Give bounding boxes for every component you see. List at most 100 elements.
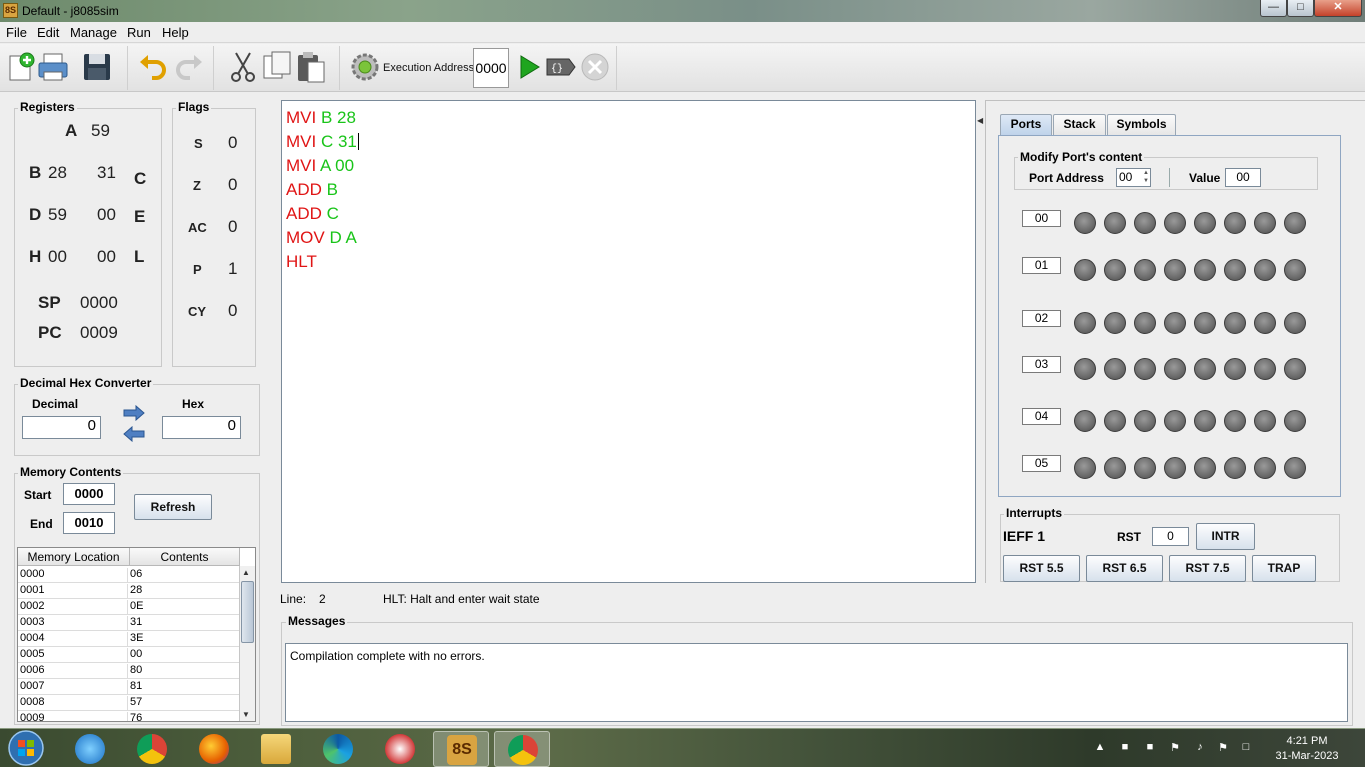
taskbar-j8085sim[interactable]: 8S: [433, 731, 489, 767]
taskbar-explorer[interactable]: [248, 731, 304, 767]
port-bit-led[interactable]: [1134, 259, 1156, 281]
port-bit-led[interactable]: [1284, 358, 1306, 380]
port-bit-led[interactable]: [1224, 410, 1246, 432]
tray-flag-icon[interactable]: ⚑: [1168, 741, 1182, 755]
port-bit-led[interactable]: [1224, 457, 1246, 479]
port-bit-led[interactable]: [1104, 410, 1126, 432]
code-line[interactable]: MVI A 00: [286, 156, 354, 176]
port-bit-led[interactable]: [1284, 457, 1306, 479]
port-bit-led[interactable]: [1134, 410, 1156, 432]
scroll-down-icon[interactable]: ▼: [242, 710, 250, 719]
memory-contents-header[interactable]: Contents: [130, 548, 240, 566]
table-row[interactable]: 0002 0E: [18, 599, 240, 615]
port-bit-led[interactable]: [1134, 457, 1156, 479]
port-bit-led[interactable]: [1074, 410, 1096, 432]
undo-icon[interactable]: [136, 50, 170, 84]
step-icon[interactable]: {}: [544, 50, 578, 84]
port-bit-led[interactable]: [1284, 312, 1306, 334]
refresh-button[interactable]: Refresh: [134, 494, 212, 520]
port-bit-led[interactable]: [1284, 410, 1306, 432]
port-bit-led[interactable]: [1254, 358, 1276, 380]
port-bit-led[interactable]: [1194, 457, 1216, 479]
paste-icon[interactable]: [294, 50, 328, 84]
port-bit-led[interactable]: [1224, 259, 1246, 281]
tab-symbols[interactable]: Symbols: [1107, 114, 1176, 135]
table-row[interactable]: 0000 06: [18, 567, 240, 583]
port-bit-led[interactable]: [1074, 312, 1096, 334]
table-row[interactable]: 0005 00: [18, 647, 240, 663]
port-bit-led[interactable]: [1194, 410, 1216, 432]
port-bit-led[interactable]: [1194, 212, 1216, 234]
decimal-input[interactable]: 0: [22, 416, 101, 439]
port-bit-led[interactable]: [1224, 212, 1246, 234]
port-bit-led[interactable]: [1194, 312, 1216, 334]
port-value-input[interactable]: 00: [1225, 168, 1261, 187]
tray-action-center-icon[interactable]: ⚑: [1216, 741, 1230, 755]
port-address-spinner[interactable]: 00 ▲ ▼: [1116, 168, 1151, 187]
close-button[interactable]: ✕: [1314, 0, 1362, 17]
table-row[interactable]: 0001 28: [18, 583, 240, 599]
rst55-button[interactable]: RST 5.5: [1003, 555, 1080, 582]
rst65-button[interactable]: RST 6.5: [1086, 555, 1163, 582]
port-bit-led[interactable]: [1194, 259, 1216, 281]
port-bit-led[interactable]: [1254, 410, 1276, 432]
collapse-arrow-icon[interactable]: ◀: [977, 116, 983, 125]
code-line[interactable]: MVI B 28: [286, 108, 356, 128]
port-bit-led[interactable]: [1164, 358, 1186, 380]
port-bit-led[interactable]: [1194, 358, 1216, 380]
taskbar-ie[interactable]: [62, 731, 118, 767]
scroll-up-icon[interactable]: ▲: [242, 568, 250, 577]
port-bit-led[interactable]: [1074, 259, 1096, 281]
port-bit-led[interactable]: [1254, 212, 1276, 234]
trap-button[interactable]: TRAP: [1252, 555, 1316, 582]
port-bit-led[interactable]: [1164, 457, 1186, 479]
port-bit-led[interactable]: [1254, 312, 1276, 334]
port-bit-led[interactable]: [1104, 358, 1126, 380]
code-line[interactable]: ADD B: [286, 180, 338, 200]
memory-location-header[interactable]: Memory Location: [18, 548, 130, 566]
taskbar-edge[interactable]: [310, 731, 366, 767]
taskbar-firefox[interactable]: [186, 731, 242, 767]
cut-icon[interactable]: [226, 50, 260, 84]
table-row[interactable]: 0003 31: [18, 615, 240, 631]
minimize-button[interactable]: —: [1260, 0, 1287, 17]
maximize-button[interactable]: □: [1287, 0, 1314, 17]
tray-display-icon[interactable]: □: [1239, 741, 1253, 755]
taskbar-snipping[interactable]: [372, 731, 428, 767]
tab-stack[interactable]: Stack: [1053, 114, 1106, 135]
execution-address-input[interactable]: 0000: [473, 48, 509, 88]
code-line[interactable]: MOV D A: [286, 228, 357, 248]
port-bit-led[interactable]: [1284, 212, 1306, 234]
code-editor[interactable]: MVI B 28 MVI C 31 MVI A 00 ADD B ADD C MOV D …: [281, 100, 976, 583]
port-bit-led[interactable]: [1074, 212, 1096, 234]
copy-icon[interactable]: [260, 50, 294, 84]
rst-input[interactable]: 0: [1152, 527, 1189, 546]
arrow-left-icon[interactable]: [122, 426, 146, 442]
port-bit-led[interactable]: [1224, 312, 1246, 334]
table-row[interactable]: 0007 81: [18, 679, 240, 695]
port-bit-led[interactable]: [1074, 358, 1096, 380]
assemble-gear-icon[interactable]: [348, 50, 382, 84]
tab-ports[interactable]: Ports: [1000, 114, 1052, 135]
port-bit-led[interactable]: [1134, 312, 1156, 334]
memory-start-input[interactable]: 0000: [63, 483, 115, 505]
port-bit-led[interactable]: [1104, 457, 1126, 479]
scroll-thumb[interactable]: [241, 581, 254, 643]
new-file-icon[interactable]: [4, 50, 38, 84]
hex-input[interactable]: 0: [162, 416, 241, 439]
tray-app-icon[interactable]: ■: [1118, 741, 1132, 755]
menu-help[interactable]: Help: [162, 25, 189, 40]
tray-office-icon[interactable]: ■: [1143, 741, 1157, 755]
port-bit-led[interactable]: [1164, 410, 1186, 432]
table-row[interactable]: 0009 76: [18, 711, 240, 721]
redo-icon[interactable]: [172, 50, 206, 84]
code-line[interactable]: HLT: [286, 252, 317, 272]
port-bit-led[interactable]: [1224, 358, 1246, 380]
tray-volume-icon[interactable]: ♪: [1193, 741, 1207, 755]
port-bit-led[interactable]: [1254, 259, 1276, 281]
spinner-arrows-icon[interactable]: ▲ ▼: [1143, 169, 1149, 185]
port-bit-led[interactable]: [1254, 457, 1276, 479]
port-bit-led[interactable]: [1104, 312, 1126, 334]
menu-edit[interactable]: Edit: [37, 25, 59, 40]
table-row[interactable]: 0008 57: [18, 695, 240, 711]
